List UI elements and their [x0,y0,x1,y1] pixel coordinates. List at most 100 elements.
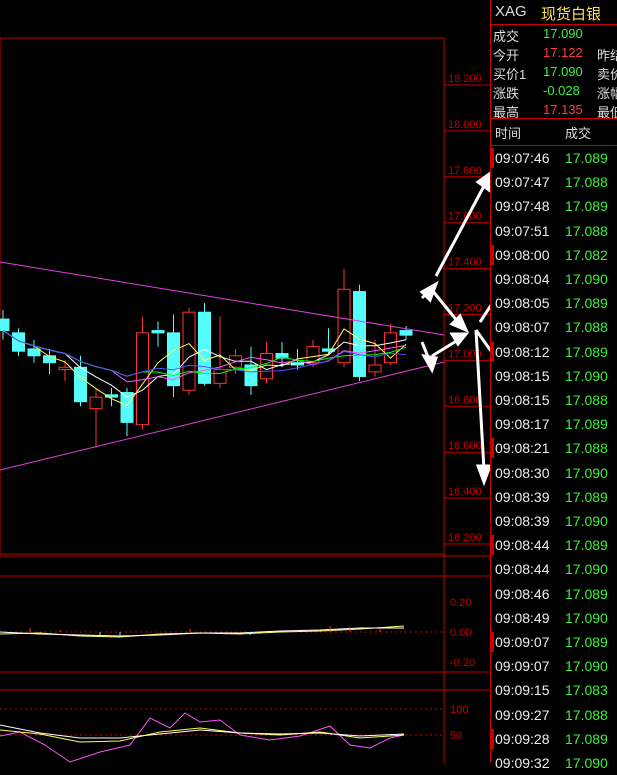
tick-row[interactable]: 09:08:39 17.089 [491,485,617,509]
tick-row[interactable]: 09:07:51 17.088 [491,219,617,243]
tick-time: 09:09:07 [495,658,550,675]
candle-body [0,318,10,332]
tick-row[interactable]: 09:08:15 17.090 [491,364,617,388]
candle-body [58,366,72,371]
tick-row[interactable]: 09:09:27 17.088 [491,703,617,727]
tick-row[interactable]: 09:08:05 17.089 [491,291,617,315]
tick-time: 09:08:00 [495,246,550,263]
candle[interactable] [353,284,366,382]
tick-time: 09:08:39 [495,513,550,529]
candle[interactable] [89,387,103,448]
tick-time: 09:08:44 [495,561,550,578]
tick-price: 17.088 [565,174,608,191]
candle[interactable] [182,307,196,395]
price-axis-label: 16.200 [448,532,482,544]
candle[interactable] [167,314,180,398]
quote-value: 17.135 [543,102,583,117]
tick-group-marker [491,728,494,749]
candle[interactable] [43,348,56,375]
tick-row[interactable]: 09:08:17 17.089 [491,412,617,436]
candle[interactable] [0,309,10,340]
tick-time: 09:07:48 [495,198,550,215]
candle-body [353,291,366,377]
tick-row[interactable]: 09:08:04 17.090 [491,267,617,291]
tick-row[interactable]: 09:08:44 17.089 [491,533,617,557]
quote-row: 最高 17.135 最低 [491,100,617,120]
quote-row: 涨跌 -0.028 涨幅 [491,81,617,101]
tick-row[interactable]: 09:09:32 17.090 [491,751,617,775]
tick-time: 09:08:05 [495,295,550,312]
tick-group-marker [491,341,494,362]
candle[interactable] [58,360,72,382]
tick-price: 17.090 [565,755,608,771]
tick-time: 09:07:51 [495,222,550,239]
tick-price: 17.089 [565,343,608,360]
kdj-panel: 100 50 [0,704,468,763]
tick-price: 17.088 [565,706,608,723]
price-axis-label: 17.400 [448,257,482,269]
tick-price: 17.083 [565,682,608,699]
candle-body [213,369,227,384]
symbol-name: 现货白银 [541,6,602,23]
tick-price: 17.089 [565,537,608,554]
tick-group-marker [491,438,494,459]
tick-price: 17.090 [565,658,608,675]
tick-price: 17.088 [565,222,608,239]
tick-row[interactable]: 09:08:07 17.088 [491,315,617,339]
symbol-code: XAG [495,3,527,20]
candle[interactable] [27,339,41,363]
tick-row[interactable]: 09:07:46 17.089 [491,146,617,170]
tick-row[interactable]: 09:09:15 17.083 [491,678,617,702]
quote-row: 今开 17.122 昨结 [491,43,617,63]
price-axis-label: 16.800 [448,394,482,406]
tick-price: 17.090 [565,513,608,529]
tick-row[interactable]: 09:09:07 17.089 [491,630,617,654]
tick-group-marker [491,148,494,168]
tick-row[interactable]: 09:08:39 17.090 [491,509,617,533]
kline-chart[interactable]: 18.20018.00017.80017.60017.40017.20017.0… [0,0,490,763]
candle[interactable] [260,342,273,384]
tick-row[interactable]: 09:08:46 17.089 [491,582,617,606]
tick-price: 17.082 [565,246,608,263]
tick-row[interactable]: 09:08:30 17.090 [491,461,617,485]
tick-row[interactable]: 09:07:47 17.088 [491,170,617,194]
candle[interactable] [384,323,397,365]
tick-time: 09:09:27 [495,706,550,723]
tick-time: 09:09:15 [495,682,550,699]
tick-price: 17.088 [565,392,608,408]
quote-value: -0.028 [543,83,580,98]
tick-time: 09:08:44 [495,537,550,554]
tick-row[interactable]: 09:08:49 17.090 [491,606,617,630]
tick-time: 09:08:17 [495,416,550,433]
tick-price: 17.090 [565,561,608,578]
tick-row[interactable]: 09:08:00 17.082 [491,243,617,267]
tick-time: 09:07:46 [495,150,550,166]
price-axis-label: 16.400 [448,486,482,498]
tick-row[interactable]: 09:08:21 17.088 [491,436,617,460]
candle[interactable] [322,328,335,354]
tick-row[interactable]: 09:08:44 17.090 [491,557,617,581]
tick-group-marker [491,535,494,556]
tick-time: 09:08:15 [495,367,550,384]
tick-row[interactable]: 09:08:15 17.088 [491,388,617,412]
tick-price: 17.089 [565,585,608,602]
tick-time: 09:07:47 [495,174,550,191]
tick-price: 17.089 [565,488,608,505]
tick-row[interactable]: 09:09:07 17.090 [491,654,617,678]
tick-row[interactable]: 09:07:48 17.089 [491,194,617,218]
tick-row[interactable]: 09:08:12 17.089 [491,340,617,364]
candle-body [399,330,413,336]
candle[interactable] [151,321,165,347]
candle[interactable] [213,316,227,388]
tick-time: 09:08:15 [495,392,550,408]
time-column-header: 时间 [495,126,522,141]
candle-body [27,348,41,357]
quote-value: 17.090 [543,64,583,79]
price-axis-label: 18.000 [448,119,482,131]
tick-row[interactable]: 09:09:28 17.089 [491,727,617,751]
candle[interactable] [105,387,118,407]
tick-price: 17.090 [565,271,608,287]
kdj-label-100: 100 [450,704,468,716]
kdj-label-50: 50 [450,730,462,742]
price-axis-label: 16.600 [448,440,482,452]
